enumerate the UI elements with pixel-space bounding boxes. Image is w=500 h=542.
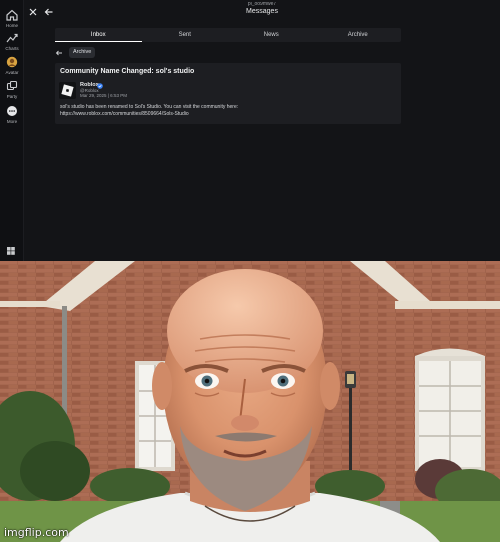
more-icon — [7, 106, 17, 116]
message-subject: Community Name Changed: sol's studio — [60, 68, 195, 75]
nav-item-avatar[interactable]: Avatar — [0, 55, 24, 75]
page-title-block: pi_oo9mwe7 Messages — [24, 2, 500, 16]
nav-item-charts[interactable]: Charts — [0, 31, 24, 51]
nav-label-more: More — [6, 119, 18, 124]
tab-archive[interactable]: Archive — [315, 28, 402, 42]
nav-item-more[interactable]: More — [0, 104, 24, 124]
windows-logo-icon[interactable] — [7, 247, 15, 255]
community-link[interactable]: https://www.roblox.com/communities/85096… — [60, 111, 189, 117]
messages-app-screenshot: Home Charts Avatar Party More pi_oo9mwe7… — [0, 0, 500, 261]
home-icon — [6, 9, 18, 21]
party-icon — [6, 80, 18, 91]
back-arrow-icon[interactable] — [55, 49, 63, 57]
reaction-photo-drawing — [0, 261, 500, 542]
page-title: Messages — [246, 8, 278, 15]
tab-inbox[interactable]: Inbox — [55, 28, 142, 42]
nav-label-charts: Charts — [5, 46, 19, 51]
nav-label-avatar: Avatar — [5, 70, 19, 75]
left-nav-rail: Home Charts Avatar Party More — [0, 0, 24, 261]
charts-icon — [6, 33, 18, 43]
roblox-logo-icon — [59, 82, 76, 99]
nav-item-home[interactable]: Home — [0, 8, 24, 28]
message-tabs: Inbox Sent News Archive — [55, 28, 401, 42]
meme-image: Home Charts Avatar Party More pi_oo9mwe7… — [0, 0, 500, 542]
message-body: sol's studio has been renamed to Sol's S… — [60, 104, 239, 110]
avatar-icon — [6, 56, 18, 68]
reaction-photo: imgflip.com — [0, 261, 500, 542]
nav-item-party[interactable]: Party — [0, 79, 24, 99]
nav-label-party: Party — [6, 94, 18, 99]
nav-label-home: Home — [5, 23, 18, 28]
tab-news[interactable]: News — [228, 28, 315, 42]
breadcrumb-archive-chip[interactable]: Archive — [69, 47, 96, 58]
imgflip-watermark: imgflip.com — [4, 526, 69, 539]
tab-sent[interactable]: Sent — [142, 28, 229, 42]
top-bar: pi_oo9mwe7 Messages — [24, 0, 500, 22]
message-card: Community Name Changed: sol's studio Rob… — [55, 63, 401, 124]
message-date: Mar 29, 2025 | 6:53 PM — [80, 93, 127, 98]
